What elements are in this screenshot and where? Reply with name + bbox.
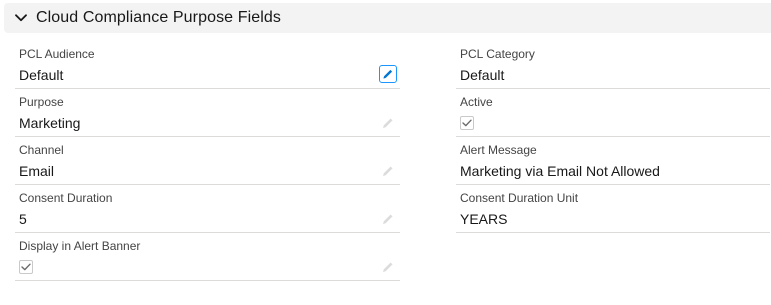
field-label: Purpose (19, 95, 64, 109)
field-pcl-audience: PCL Audience Default (15, 41, 400, 89)
edit-pencil-icon[interactable] (381, 260, 395, 274)
field-value: YEARS (460, 211, 508, 227)
field-label: Consent Duration Unit (460, 191, 579, 205)
field-label: Channel (19, 143, 64, 157)
edit-pencil-icon[interactable] (381, 116, 395, 130)
edit-pencil-icon[interactable] (381, 212, 395, 226)
field-label: PCL Audience (19, 47, 95, 61)
field-purpose: Purpose Marketing (15, 89, 400, 137)
display-in-alert-banner-checkbox (19, 260, 33, 274)
field-alert-message: Alert Message Marketing via Email Not Al… (456, 137, 770, 185)
field-consent-duration-unit: Consent Duration Unit YEARS (456, 185, 770, 233)
field-pcl-category: PCL Category Default (456, 41, 770, 89)
field-label: Display in Alert Banner (19, 239, 141, 253)
edit-pencil-icon[interactable] (379, 65, 397, 83)
edit-pencil-icon[interactable] (381, 164, 395, 178)
left-field-column: PCL Audience Default Purpose Marketing C… (15, 41, 400, 281)
chevron-down-icon (14, 11, 28, 25)
field-label: Alert Message (460, 143, 537, 157)
field-display-in-alert-banner: Display in Alert Banner (15, 233, 400, 281)
field-value: Email (19, 163, 55, 179)
section-title: Cloud Compliance Purpose Fields (36, 9, 281, 26)
section-header-toggle[interactable]: Cloud Compliance Purpose Fields (4, 3, 771, 33)
field-label: Consent Duration (19, 191, 113, 205)
field-active: Active (456, 89, 770, 137)
field-label: PCL Category (460, 47, 535, 61)
field-label: Active (460, 95, 493, 109)
field-channel: Channel Email (15, 137, 400, 185)
field-value: Default (460, 67, 505, 83)
right-field-column: PCL Category Default Active Alert Messag… (456, 41, 770, 233)
field-value: Marketing (19, 115, 81, 131)
field-value: 5 (19, 211, 27, 227)
field-value: Default (19, 67, 64, 83)
field-consent-duration: Consent Duration 5 (15, 185, 400, 233)
field-value: Marketing via Email Not Allowed (460, 163, 660, 179)
active-checkbox (460, 116, 474, 130)
